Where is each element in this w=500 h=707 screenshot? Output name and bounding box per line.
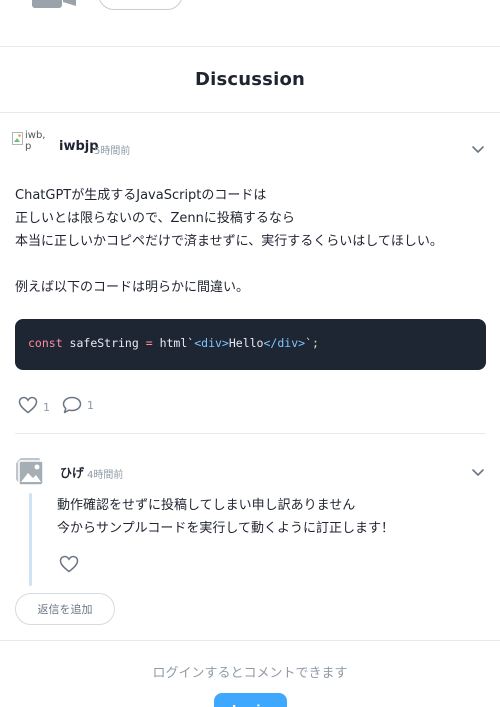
reply-username[interactable]: ひげ — [60, 464, 84, 481]
add-reply-button[interactable]: 返信を追加 — [15, 593, 115, 625]
comment-timestamp[interactable]: 5時間前 — [94, 142, 130, 157]
image-placeholder-icon — [14, 455, 47, 488]
reply-body: 動作確認をせずに投稿してしまい申し訳ありません 今からサンプルコードを実行して動… — [57, 494, 394, 540]
reply-line: 今からサンプルコードを実行して動くように訂正します！ — [57, 521, 394, 536]
comment-line: 例えば以下のコードは明らかに間違い。 — [15, 280, 250, 295]
comment-body: ChatGPTが生成するJavaScriptのコードは 正しいとは限らないので、… — [15, 184, 443, 299]
code-tag-name: div — [201, 336, 222, 350]
comment-line: 正しいとは限らないので、Zennに投稿するなら — [15, 211, 295, 226]
reply-avatar[interactable] — [14, 455, 47, 488]
section-title: Discussion — [194, 69, 306, 90]
login-prompt: ログインするとコメントできます — [152, 666, 348, 681]
avatar-alt-text: iwb, p — [25, 130, 46, 152]
code-tail: `; — [305, 336, 319, 350]
chevron-down-icon[interactable] — [470, 141, 486, 157]
code-operator: = — [145, 336, 153, 350]
code-text: Hello — [228, 336, 264, 350]
chevron-down-icon[interactable] — [470, 464, 486, 480]
reply-like-button[interactable] — [59, 555, 79, 573]
code-tag-bracket: </ — [263, 336, 278, 350]
video-icon — [32, 0, 76, 8]
code-tag-bracket: > — [221, 336, 229, 350]
reply-timestamp[interactable]: 4時間前 — [87, 466, 123, 481]
top-strip — [0, 0, 500, 47]
discussion-header: Discussion — [0, 47, 500, 113]
code-tag-name: div — [277, 336, 299, 350]
login-section: ログインするとコメントできます Login — [0, 640, 500, 707]
login-button[interactable]: Login — [214, 693, 287, 707]
comment-line: ChatGPTが生成するJavaScriptのコードは — [15, 188, 267, 203]
top-pill-button[interactable] — [98, 0, 183, 10]
reply-count: 1 — [87, 398, 94, 412]
like-button[interactable]: 1 — [18, 396, 50, 414]
code-keyword: const — [28, 336, 63, 350]
comment-username[interactable]: iwbjp — [59, 139, 99, 154]
broken-image-icon — [12, 132, 23, 145]
reply-count-button[interactable]: 1 — [62, 396, 94, 414]
code-function: html` — [152, 336, 195, 350]
comment-divider — [15, 433, 486, 434]
comment-line: 本当に正しいかコピペだけで済ませずに、実行するくらいはしてほしい。 — [15, 234, 443, 249]
reply-line: 動作確認をせずに投稿してしまい申し訳ありません — [57, 498, 356, 513]
heart-icon — [18, 396, 38, 414]
avatar[interactable]: iwb, p — [12, 130, 48, 160]
code-identifier: safeString — [62, 336, 146, 350]
heart-icon — [59, 555, 79, 573]
comment-line — [15, 253, 443, 276]
comment-bubble-icon — [62, 396, 82, 414]
like-count: 1 — [43, 400, 50, 414]
thread-line — [29, 493, 32, 586]
code-block: const safeString = html`<div>Hello</div>… — [15, 319, 486, 370]
